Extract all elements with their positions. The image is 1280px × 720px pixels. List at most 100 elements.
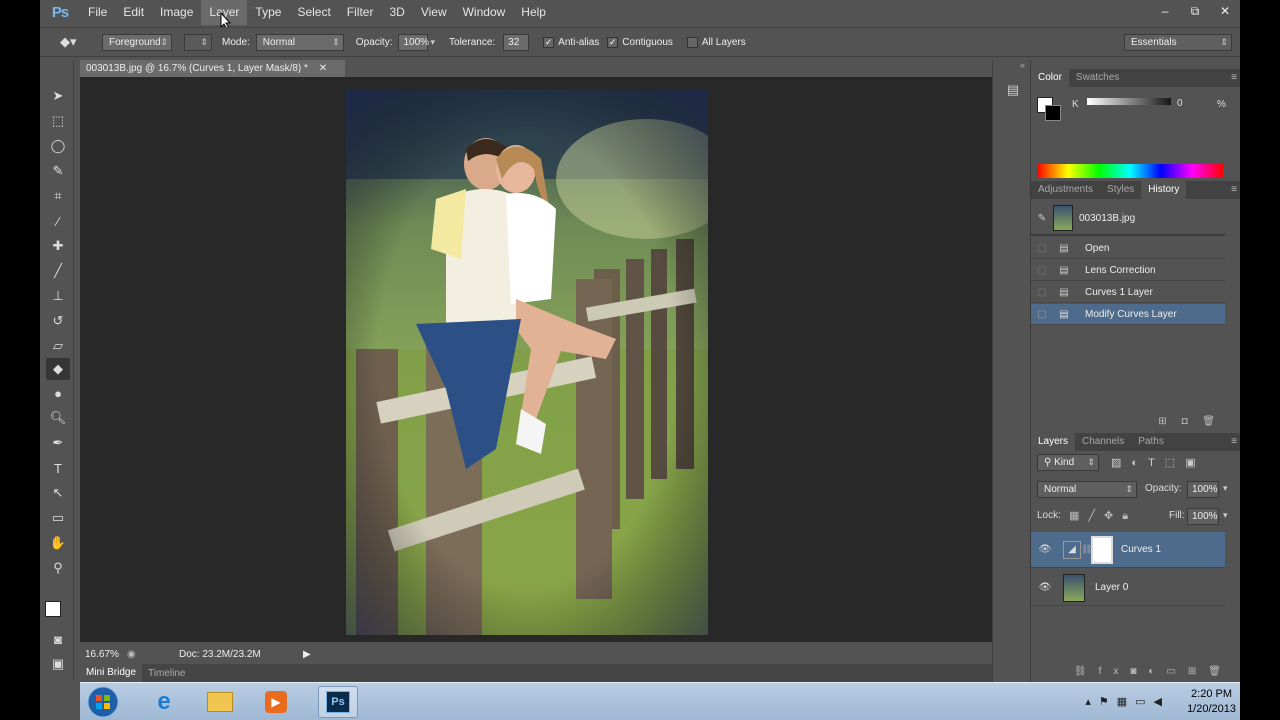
lock-all-icon[interactable]: 🔒︎ [1122,510,1137,522]
status-info-icon[interactable]: ◉ [127,649,141,660]
status-menu-arrow-icon[interactable]: ▶ [303,649,311,660]
document-tab[interactable]: 003013B.jpg @ 16.7% (Curves 1, Layer Mas… [80,60,345,77]
shape-filter-icon[interactable]: ⬚ [1165,457,1185,469]
fill-dropdown-icon[interactable]: ▾ [1223,510,1228,521]
close-document-icon[interactable]: ✕ [319,63,327,74]
menu-window[interactable]: Window [455,0,514,25]
history-panel-icon[interactable]: ▤ [1003,82,1023,102]
all-layers-checkbox[interactable] [686,36,698,48]
mode-select[interactable]: Normal [255,33,344,51]
collapse-panels-icon[interactable]: « [1020,60,1025,70]
background-color-swatch[interactable] [1045,105,1061,121]
lasso-tool-icon[interactable]: ◯ [46,135,70,157]
layer-row-curves[interactable]: 👁︎ ◢ ⛓ Curves 1 [1031,532,1225,568]
pixel-filter-icon[interactable]: ▨ [1111,457,1131,469]
fill-input[interactable]: 100% [1187,508,1219,525]
menu-image[interactable]: Image [152,0,201,25]
maximize-button[interactable]: ⧉ [1180,0,1210,22]
menu-select[interactable]: Select [289,0,338,25]
move-tool-icon[interactable]: ➤ [46,85,70,107]
history-brush-tool-icon[interactable]: ↺ [46,310,70,332]
paint-bucket-tool-icon[interactable]: ◆ [46,358,70,380]
marquee-tool-icon[interactable]: ⬚ [46,110,70,132]
blur-tool-icon[interactable]: ● [46,382,70,404]
photoshop-taskbar-button[interactable]: Ps [318,686,358,718]
visibility-eye-icon[interactable]: 👁︎ [1031,582,1059,593]
zoom-readout[interactable]: 16.67% [85,649,127,660]
menu-edit[interactable]: Edit [115,0,152,25]
snapshot-camera-icon[interactable]: ◘ [1181,416,1187,427]
tab-color[interactable]: Color [1031,69,1069,87]
layer-mask-thumbnail[interactable] [1091,535,1113,564]
close-button[interactable]: ✕ [1210,0,1240,22]
layer-name[interactable]: Layer 0 [1095,582,1128,593]
media-player-icon[interactable]: ▶ [256,686,296,718]
history-brush-source-box[interactable]: ▢ [1031,309,1053,320]
monitor-icon[interactable]: ▭ [1135,696,1153,708]
taskbar-clock[interactable]: 2:20 PM 1/20/2013 [1187,687,1236,717]
adjustment-filter-icon[interactable]: ◐ [1131,457,1148,469]
tab-history[interactable]: History [1141,181,1187,199]
panel-menu-icon[interactable]: ≡ [1231,436,1237,447]
menu-type[interactable]: Type [247,0,289,25]
history-item-selected[interactable]: ▢ ▤ Modify Curves Layer [1031,304,1225,325]
layer-style-icon[interactable]: fx [1099,666,1131,677]
history-brush-source-box[interactable]: ▢ [1031,265,1053,276]
menu-view[interactable]: View [413,0,455,25]
tab-layers[interactable]: Layers [1031,433,1076,451]
dodge-tool-icon[interactable]: 🔍︎ [46,407,70,429]
lock-pixels-icon[interactable]: ╱ [1088,510,1104,522]
history-brush-source-icon[interactable]: ✎ [1031,213,1053,224]
foreground-color-swatch[interactable] [45,601,61,617]
history-snapshot[interactable]: ✎ 003013B.jpg [1031,202,1225,236]
layer-row-layer0[interactable]: 👁︎ Layer 0 [1031,570,1225,606]
tab-timeline[interactable]: Timeline [142,668,191,679]
layer-opacity-dropdown-icon[interactable]: ▾ [1223,483,1228,494]
menu-3d[interactable]: 3D [381,0,412,25]
menu-file[interactable]: File [80,0,115,25]
menu-filter[interactable]: Filter [339,0,382,25]
layer-name[interactable]: Curves 1 [1121,544,1161,555]
paint-bucket-tool-icon[interactable]: ◆▾ [60,34,86,50]
clone-stamp-tool-icon[interactable]: ⊥ [46,285,70,307]
antialias-checkbox[interactable]: ✓ [543,36,555,48]
rectangle-tool-icon[interactable]: ▭ [46,507,70,529]
panel-menu-icon[interactable]: ≡ [1231,72,1237,83]
eyedropper-tool-icon[interactable]: ⁄ [46,210,70,232]
pattern-picker[interactable] [184,33,212,51]
type-tool-icon[interactable]: T [46,457,70,479]
opacity-dropdown-icon[interactable]: ▾ [430,37,435,48]
new-layer-icon[interactable]: ⊞ [1188,666,1208,677]
contiguous-checkbox[interactable]: ✓ [607,36,619,48]
tab-adjustments[interactable]: Adjustments [1031,181,1100,199]
k-value-input[interactable]: 0 [1171,98,1205,113]
layer-opacity-input[interactable]: 100% [1187,481,1219,498]
mask-link-icon[interactable]: ⛓ [1081,544,1092,555]
hand-tool-icon[interactable]: ✋ [46,532,70,554]
new-document-from-state-icon[interactable]: ⊞ [1158,416,1166,427]
show-hidden-icons-arrow-icon[interactable]: ▴ [1085,696,1099,708]
internet-explorer-icon[interactable]: e [144,686,184,718]
delete-layer-icon[interactable]: 🗑︎ [1208,666,1233,677]
start-button[interactable] [82,686,124,718]
workspace-select[interactable]: Essentials [1124,33,1232,51]
quick-select-tool-icon[interactable]: ✎ [46,160,70,182]
history-brush-source-box[interactable]: ▢ [1031,243,1053,254]
opacity-input[interactable]: 100% [398,33,429,51]
new-group-icon[interactable]: ▭ [1166,666,1187,677]
link-layers-icon[interactable]: ⛓ [1074,666,1099,677]
network-icon[interactable]: ▦ [1117,696,1135,708]
tab-styles[interactable]: Styles [1100,181,1141,199]
tab-swatches[interactable]: Swatches [1069,69,1126,87]
fill-source-select[interactable]: Foreground [102,33,172,51]
tab-paths[interactable]: Paths [1131,433,1171,451]
tab-mini-bridge[interactable]: Mini Bridge [80,664,143,682]
canvas-area[interactable] [80,77,1017,642]
color-spectrum-bar[interactable] [1037,164,1223,178]
k-slider[interactable] [1087,98,1179,105]
smart-object-filter-icon[interactable]: ▣ [1185,457,1205,469]
eraser-tool-icon[interactable]: ▱ [46,335,70,357]
minimize-button[interactable]: – [1150,0,1180,22]
file-explorer-icon[interactable] [200,686,240,718]
screen-mode-icon[interactable]: ▣ [46,653,70,675]
